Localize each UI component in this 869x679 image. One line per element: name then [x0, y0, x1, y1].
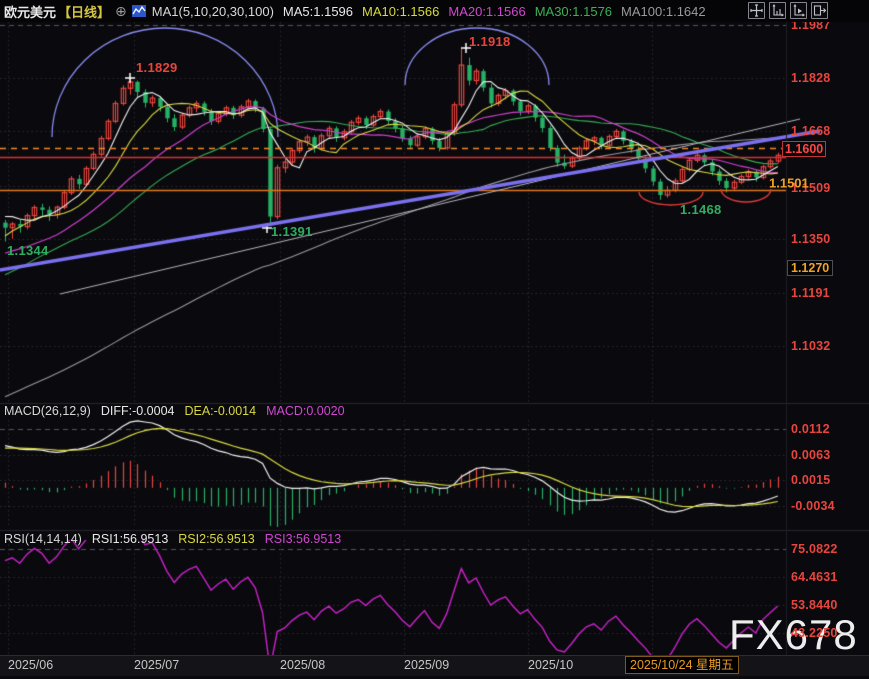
price-axis-label: 1.1350 — [791, 232, 830, 246]
macd-value-label: MACD:0.0020 — [266, 404, 345, 418]
symbol-name: 欧元美元 — [4, 2, 56, 21]
ma-value-label: MA30:1.1576 — [535, 4, 612, 19]
chart-type-icon[interactable] — [132, 5, 146, 17]
last-price-tag: 1.1600 — [782, 141, 826, 157]
ma-settings-label: MA1(5,10,20,30,100) — [152, 4, 274, 19]
macd-axis-label: 0.0063 — [791, 448, 830, 462]
rsi-value-label: RSI1:56.9513 — [92, 532, 168, 546]
axis-pointer-icon[interactable] — [790, 2, 807, 19]
rsi-axis-label: 43.2250 — [791, 626, 838, 640]
rsi-value-label: RSI3:56.9513 — [265, 532, 341, 546]
chart-canvas[interactable] — [0, 0, 869, 679]
price-axis-label: 1.1032 — [791, 339, 830, 353]
pane-shift-icon[interactable] — [811, 2, 828, 19]
ma-value-label: MA10:1.1566 — [362, 4, 439, 19]
axis-range-icon[interactable] — [769, 2, 786, 19]
time-axis-label: 2025/10 — [528, 658, 573, 672]
time-axis: 2025/06 2025/07 2025/08 2025/09 2025/10 2025… — [0, 655, 869, 676]
ma-value-label: MA5:1.1596 — [283, 4, 353, 19]
macd-value-label: DEA:-0.0014 — [184, 404, 256, 418]
support-level-label: 1.1501 — [769, 176, 809, 191]
rsi-label-row: RSI(14,14,14) RSI1:56.9513 RSI2:56.9513 RSI… — [4, 532, 361, 546]
time-axis-label: 2025/07 — [134, 658, 179, 672]
macd-axis-label: -0.0034 — [791, 499, 835, 513]
price-axis-label: 1.1191 — [791, 286, 830, 300]
rsi-axis-label: 53.8440 — [791, 598, 838, 612]
price-axis-label: 1.1828 — [791, 71, 830, 85]
price-annotation: 1.1391 — [271, 224, 313, 239]
price-annotation: 1.1468 — [680, 202, 722, 217]
price-annotation: 1.1344 — [7, 243, 49, 258]
macd-label-row: MACD(26,12,9) DIFF:-0.0004 DEA:-0.0014 MACD… — [4, 404, 365, 418]
selected-date-label: 2025/10/24 星期五 — [625, 656, 739, 674]
add-indicator-icon[interactable]: ⊕ — [115, 4, 127, 18]
macd-axis-label: 0.0015 — [791, 473, 830, 487]
price-annotation: 1.1918 — [469, 34, 511, 49]
rsi-axis-label: 75.0822 — [791, 542, 838, 556]
price-annotation: 1.1829 — [136, 60, 178, 75]
rsi-title: RSI(14,14,14) — [4, 532, 82, 546]
rsi-axis-label: 64.4631 — [791, 570, 838, 584]
time-axis-label: 2025/09 — [404, 658, 449, 672]
period-selector[interactable]: 【日线】 — [58, 2, 110, 21]
price-axis-label: 1.1668 — [791, 124, 830, 138]
move-icon[interactable] — [748, 2, 765, 19]
chart-toolbar — [748, 2, 828, 19]
rsi-value-label: RSI2:56.9513 — [178, 532, 254, 546]
chart-header: 欧元美元 【日线】 ⊕ MA1(5,10,20,30,100) MA5:1.15… — [0, 0, 869, 22]
time-axis-label: 2025/06 — [8, 658, 53, 672]
ma-value-list: MA5:1.1596 MA10:1.1566 MA20:1.1566 MA30:1.1… — [274, 4, 706, 19]
macd-value-label: DIFF:-0.0004 — [101, 404, 175, 418]
fx-chart-app: 欧元美元 【日线】 ⊕ MA1(5,10,20,30,100) MA5:1.15… — [0, 0, 869, 679]
ma-value-label: MA100:1.1642 — [621, 4, 706, 19]
price-axis-highlight: 1.1270 — [787, 260, 833, 276]
time-axis-label: 2025/08 — [280, 658, 325, 672]
ma-value-label: MA20:1.1566 — [448, 4, 525, 19]
macd-axis-label: 0.0112 — [791, 422, 830, 436]
macd-title: MACD(26,12,9) — [4, 404, 91, 418]
